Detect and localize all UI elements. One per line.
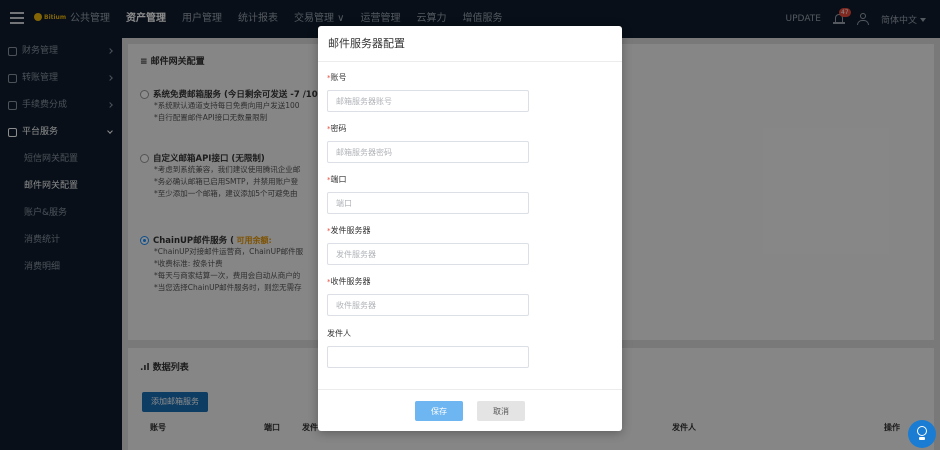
field-incoming-server: *收件服务器 xyxy=(327,276,529,316)
lightbulb-icon xyxy=(917,426,927,436)
save-button[interactable]: 保存 xyxy=(415,401,463,421)
port-input[interactable] xyxy=(327,192,529,214)
smtp-server-input[interactable] xyxy=(327,243,529,265)
field-label: 账号 xyxy=(330,73,347,82)
field-label: 端口 xyxy=(330,175,347,184)
password-input[interactable] xyxy=(327,141,529,163)
field-sender: 发件人 xyxy=(327,328,529,368)
field-label: 发件服务器 xyxy=(330,226,371,235)
dialog-title: 邮件服务器配置 xyxy=(318,26,622,62)
field-port: *端口 xyxy=(327,174,529,214)
field-label: 发件人 xyxy=(327,329,351,338)
field-password: *密码 xyxy=(327,123,529,163)
field-label: 收件服务器 xyxy=(330,277,371,286)
dialog-footer: 保存 取消 xyxy=(318,389,622,431)
account-input[interactable] xyxy=(327,90,529,112)
sender-input[interactable] xyxy=(327,346,529,368)
field-label: 密码 xyxy=(330,124,347,133)
field-smtp-server: *发件服务器 xyxy=(327,225,529,265)
field-account: *账号 xyxy=(327,72,529,112)
help-button[interactable] xyxy=(908,420,936,448)
cancel-button[interactable]: 取消 xyxy=(477,401,525,421)
incoming-server-input[interactable] xyxy=(327,294,529,316)
mail-server-config-dialog: 邮件服务器配置 *账号 *密码 *端口 *发件服务器 *收件服务器 发件人 保存… xyxy=(318,26,622,431)
